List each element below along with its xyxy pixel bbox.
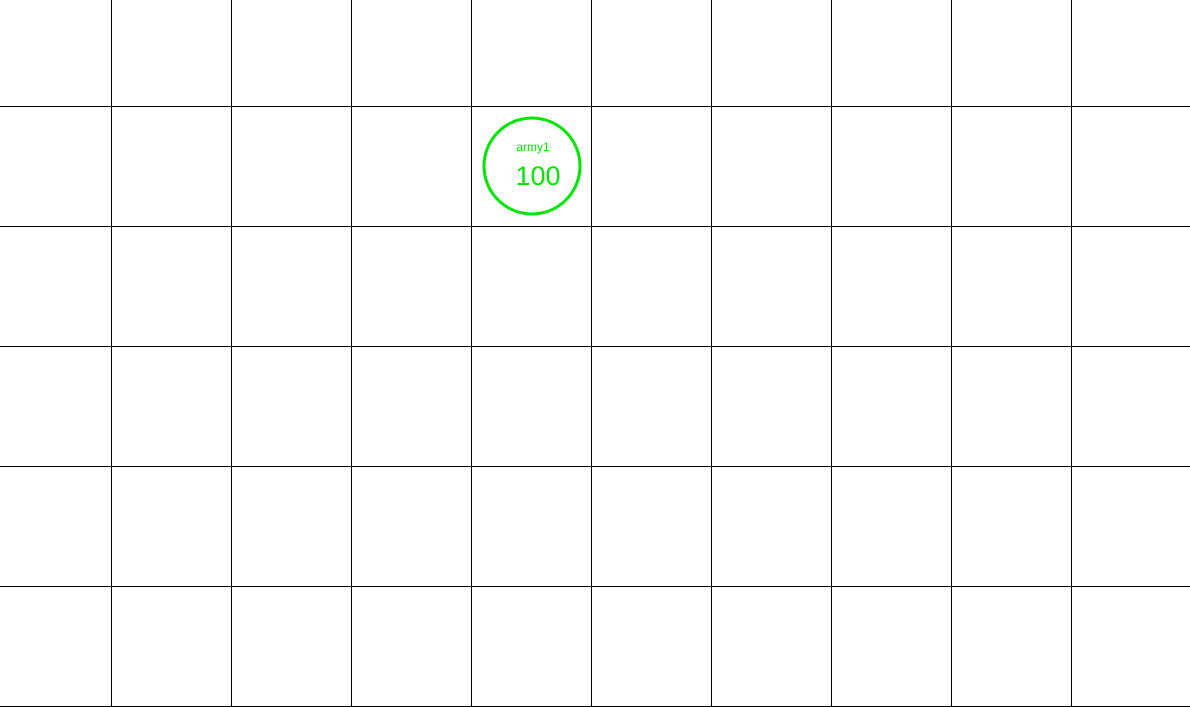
board-grid xyxy=(0,0,1190,707)
units-layer: army1 100 xyxy=(482,116,582,216)
unit-name-label: army1 xyxy=(516,140,550,154)
unit-strength-label: 100 xyxy=(515,161,560,191)
unit-army1[interactable]: army1 100 xyxy=(482,116,582,216)
game-board[interactable]: army1 100 xyxy=(0,0,1190,707)
